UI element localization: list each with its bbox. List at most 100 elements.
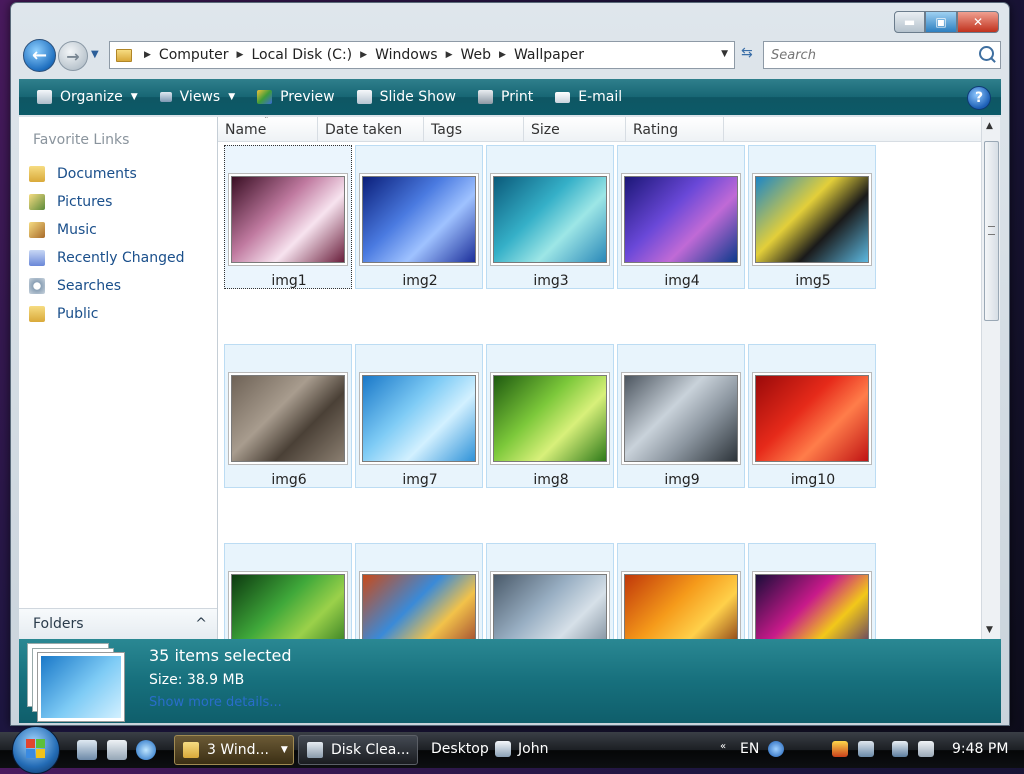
breadcrumb-computer[interactable]: Computer bbox=[159, 47, 229, 63]
recent-pages-dropdown[interactable]: ▼ bbox=[91, 49, 99, 60]
network-icon[interactable] bbox=[858, 741, 874, 757]
file-tile[interactable] bbox=[748, 543, 876, 639]
file-tile[interactable]: img6 bbox=[224, 344, 352, 488]
slideshow-button[interactable]: Slide Show bbox=[353, 89, 460, 105]
folders-toggle[interactable]: Folders ^ bbox=[19, 608, 217, 639]
favorite-link-searches[interactable]: Searches bbox=[19, 272, 217, 300]
help-button[interactable]: ? bbox=[967, 86, 991, 110]
vertical-scrollbar[interactable]: ▲ ▼ bbox=[981, 117, 1000, 639]
column-header-date-taken[interactable]: Date taken bbox=[318, 117, 424, 141]
breadcrumb-separator-icon[interactable]: ▶ bbox=[144, 50, 151, 60]
help-icon: ? bbox=[974, 90, 984, 106]
searches-icon bbox=[29, 278, 45, 294]
file-tile[interactable]: img10 bbox=[748, 344, 876, 488]
file-tile[interactable]: img3 bbox=[486, 145, 614, 289]
forward-button[interactable]: → bbox=[58, 41, 88, 71]
clock[interactable]: 9:48 PM bbox=[952, 741, 1008, 757]
email-button[interactable]: E-mail bbox=[551, 89, 626, 105]
organize-button[interactable]: Organize ▼ bbox=[33, 89, 142, 105]
search-input[interactable] bbox=[769, 46, 973, 64]
file-tile[interactable]: img5 bbox=[748, 145, 876, 289]
refresh-icon[interactable]: ⇆ bbox=[741, 45, 753, 61]
close-button[interactable]: ✕ bbox=[957, 11, 999, 33]
views-button[interactable]: Views ▼ bbox=[156, 89, 239, 105]
image-thumbnail bbox=[231, 176, 345, 263]
close-icon: ✕ bbox=[972, 15, 984, 29]
minimize-button[interactable]: ▬ bbox=[894, 11, 925, 33]
file-tile[interactable]: img8 bbox=[486, 344, 614, 488]
scrollbar-thumb[interactable] bbox=[984, 141, 999, 321]
help-tray-icon[interactable] bbox=[768, 741, 784, 757]
favorite-link-pictures[interactable]: Pictures bbox=[19, 188, 217, 216]
start-button[interactable] bbox=[12, 726, 60, 774]
file-tile[interactable] bbox=[355, 543, 483, 639]
preview-button[interactable]: Preview bbox=[253, 89, 339, 105]
chevron-down-icon: ▼ bbox=[280, 745, 288, 755]
address-dropdown-icon[interactable]: ▼ bbox=[721, 49, 728, 59]
column-header-name[interactable]: Name ˄ bbox=[218, 117, 318, 141]
column-header-tags[interactable]: Tags bbox=[424, 117, 524, 141]
favorite-link-documents[interactable]: Documents bbox=[19, 160, 217, 188]
folder-icon bbox=[116, 48, 132, 62]
favorite-link-music[interactable]: Music bbox=[19, 216, 217, 244]
scroll-down-icon[interactable]: ▼ bbox=[986, 625, 993, 635]
user-toolbar-label[interactable]: John bbox=[518, 741, 548, 757]
slideshow-label: Slide Show bbox=[379, 89, 457, 105]
switch-windows-icon[interactable] bbox=[107, 740, 127, 760]
image-thumbnail bbox=[362, 375, 476, 462]
file-tile[interactable] bbox=[224, 543, 352, 639]
taskbar-button-explorer[interactable]: 3 Wind... ▼ bbox=[174, 735, 294, 765]
column-header-label: Name bbox=[225, 122, 267, 138]
file-tile[interactable]: img9 bbox=[617, 344, 745, 488]
internet-explorer-icon[interactable] bbox=[136, 740, 156, 760]
image-thumbnail bbox=[362, 176, 476, 263]
image-thumbnail bbox=[755, 574, 869, 639]
file-tile[interactable] bbox=[617, 543, 745, 639]
favorite-link-recently-changed[interactable]: Recently Changed bbox=[19, 244, 217, 272]
favorite-link-label: Documents bbox=[57, 166, 137, 182]
column-header-rating[interactable]: Rating bbox=[626, 117, 724, 141]
taskbar-button-disk-cleanup[interactable]: Disk Clea... bbox=[298, 735, 418, 765]
file-tile[interactable]: img1 bbox=[224, 145, 352, 289]
breadcrumb-separator-icon[interactable]: ▶ bbox=[360, 50, 367, 60]
image-thumbnail bbox=[493, 574, 607, 639]
volume-muted-icon[interactable] bbox=[918, 741, 934, 757]
details-pane: 35 items selected Size: 38.9 MB Show mor… bbox=[19, 639, 1001, 723]
column-header-size[interactable]: Size bbox=[524, 117, 626, 141]
documents-folder-icon bbox=[29, 166, 45, 182]
breadcrumb-web[interactable]: Web bbox=[460, 47, 491, 63]
address-bar[interactable]: ▶ Computer ▶ Local Disk (C:) ▶ Windows ▶… bbox=[109, 41, 735, 69]
show-more-details-link[interactable]: Show more details... bbox=[149, 695, 282, 710]
favorite-link-public[interactable]: Public bbox=[19, 300, 217, 328]
file-tile[interactable] bbox=[486, 543, 614, 639]
email-icon bbox=[555, 91, 571, 103]
print-button[interactable]: Print bbox=[474, 89, 537, 105]
back-button[interactable]: ← bbox=[23, 39, 56, 72]
network-icon-2[interactable] bbox=[892, 741, 908, 757]
search-icon[interactable] bbox=[979, 46, 994, 61]
breadcrumb-separator-icon[interactable]: ▶ bbox=[446, 50, 453, 60]
show-desktop-icon[interactable] bbox=[77, 740, 97, 760]
file-tile[interactable]: img4 bbox=[617, 145, 745, 289]
security-shield-icon[interactable] bbox=[832, 741, 848, 757]
file-tile[interactable]: img2 bbox=[355, 145, 483, 289]
desktop-toolbar-label[interactable]: Desktop bbox=[431, 741, 489, 757]
command-bar: Organize ▼ Views ▼ Preview Slide Show Pr… bbox=[19, 79, 1001, 115]
music-folder-icon bbox=[29, 222, 45, 238]
slideshow-icon bbox=[356, 90, 372, 104]
public-folder-icon bbox=[29, 306, 45, 322]
file-tile[interactable]: img7 bbox=[355, 344, 483, 488]
language-indicator[interactable]: EN bbox=[740, 741, 759, 757]
back-arrow-icon: ← bbox=[31, 45, 48, 66]
image-thumbnail bbox=[493, 375, 607, 462]
breadcrumb-separator-icon[interactable]: ▶ bbox=[499, 50, 506, 60]
breadcrumb-windows[interactable]: Windows bbox=[375, 47, 438, 63]
breadcrumb-local-disk[interactable]: Local Disk (C:) bbox=[251, 47, 352, 63]
scroll-up-icon[interactable]: ▲ bbox=[986, 121, 993, 131]
search-box[interactable] bbox=[763, 41, 1001, 69]
breadcrumb-separator-icon[interactable]: ▶ bbox=[237, 50, 244, 60]
file-name: img8 bbox=[533, 472, 569, 488]
maximize-button[interactable]: ▣ bbox=[925, 11, 957, 33]
toolbar-chevron-icon[interactable]: « bbox=[720, 741, 726, 752]
breadcrumb-wallpaper[interactable]: Wallpaper bbox=[514, 47, 584, 63]
